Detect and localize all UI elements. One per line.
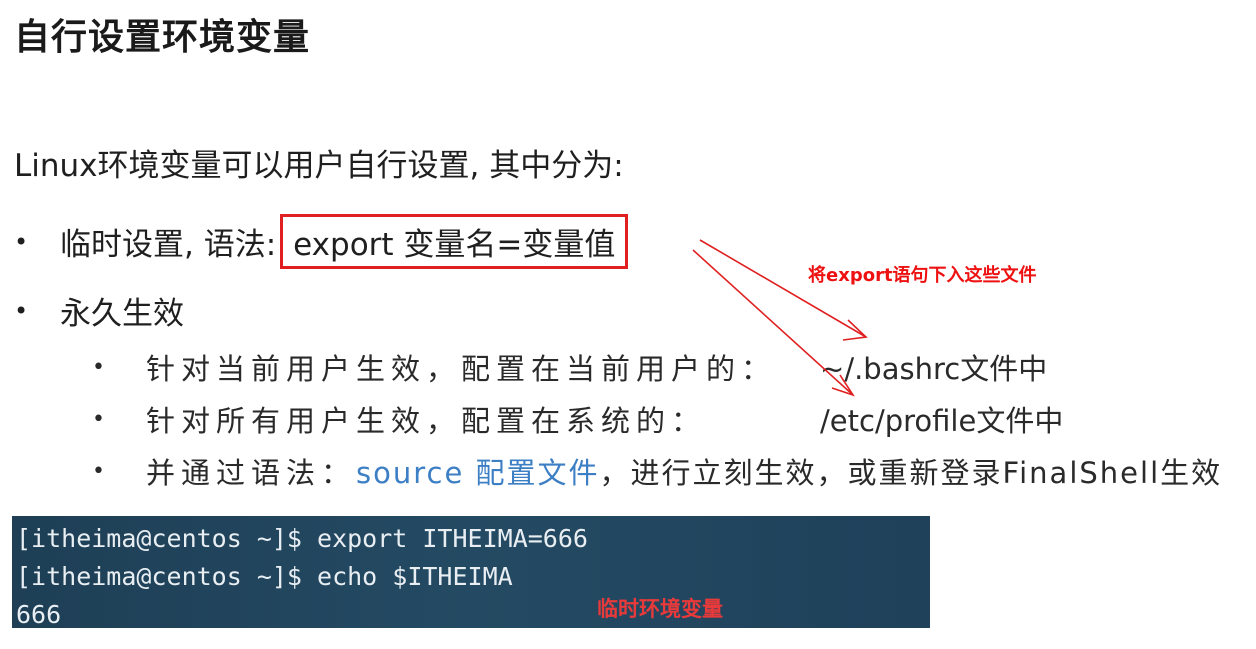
terminal-screenshot: [itheima@centos ~]$ export ITHEIMA=666 [… xyxy=(12,516,930,629)
terminal-line: [itheima@centos ~]$ echo $ITHEIMA xyxy=(16,562,513,591)
terminal-annotation: 临时环境变量 xyxy=(597,597,723,621)
terminal-line: 666 xyxy=(16,600,62,629)
arrow-to-profile xyxy=(692,249,854,396)
terminal-line: [itheima@centos ~]$ export ITHEIMA=666 xyxy=(16,524,588,553)
arrow-to-bashrc xyxy=(699,239,867,338)
